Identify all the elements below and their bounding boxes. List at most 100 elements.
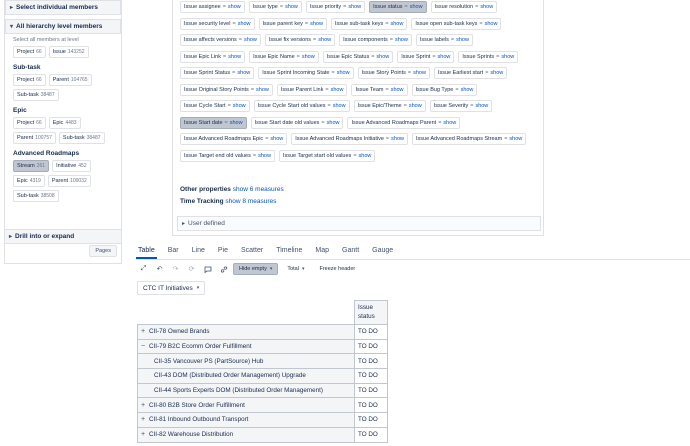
row-header[interactable]: + CII-82 Warehouse Distribution (137, 426, 355, 443)
property-show-link[interactable]: show (409, 103, 422, 109)
property-pill[interactable]: Issue Cycle Start = show (180, 100, 250, 112)
property-show-link[interactable]: show (337, 70, 350, 76)
property-show-link[interactable]: show (438, 54, 451, 60)
expand-icon[interactable]: + (141, 416, 147, 423)
undo-icon[interactable]: ↶ (153, 263, 166, 275)
property-show-link[interactable]: show (333, 103, 346, 109)
comment-icon[interactable] (201, 263, 214, 275)
expand-icon[interactable]: + (141, 431, 147, 438)
property-pill[interactable]: Issue labels = show (415, 34, 473, 46)
property-pill[interactable]: Issue open sub-task keys = show (411, 17, 502, 30)
property-pill[interactable]: Issue Start date = show (180, 116, 247, 129)
property-show-link[interactable]: show (359, 153, 372, 159)
hierarchy-level-chip[interactable]: Sub-task 38487 (58, 132, 105, 144)
hierarchy-level-chip[interactable]: Epic 4483 (48, 117, 81, 129)
hierarchy-level-chip[interactable]: Project 66 (13, 117, 46, 129)
refresh-icon[interactable]: ⟳ (185, 263, 198, 275)
property-show-link[interactable]: show (238, 21, 251, 27)
tab-line[interactable]: Line (190, 245, 207, 259)
tab-bar[interactable]: Bar (166, 245, 181, 259)
hierarchy-level-chip[interactable]: Initiative 452 (52, 160, 91, 172)
all-hierarchy-members-header[interactable]: ▾ All hierarchy level members (5, 19, 121, 34)
property-pill[interactable]: Issue assignee = show (180, 1, 245, 13)
property-show-link[interactable]: show (456, 37, 469, 43)
collapse-icon[interactable]: − (141, 343, 147, 350)
property-pill[interactable]: Issue components = show (339, 34, 412, 46)
tab-gauge[interactable]: Gauge (370, 245, 395, 259)
property-show-link[interactable]: show (490, 70, 503, 76)
property-pill[interactable]: Issue resolution = show (430, 1, 498, 13)
tab-scatter[interactable]: Scatter (239, 245, 265, 259)
property-show-link[interactable]: show (230, 120, 243, 126)
property-show-link[interactable]: show (501, 54, 514, 60)
property-pill[interactable]: Issue affects versions = show (180, 34, 261, 46)
property-pill[interactable]: Issue Parent Link = show (276, 83, 348, 96)
property-pill[interactable]: Issue Advanced Roadmaps Epic = show (180, 133, 288, 145)
total-button[interactable]: Total ▾ (281, 263, 311, 275)
property-pill[interactable]: Issue Sprint = show (397, 50, 455, 63)
property-show-link[interactable]: show (228, 54, 241, 60)
property-show-link[interactable]: show (391, 136, 404, 142)
drill-expand-header[interactable]: ▸ Drill into or expand (4, 229, 122, 244)
row-header[interactable]: CII-44 Sports Experts DOM (Distributed O… (137, 382, 355, 399)
property-show-link[interactable]: show (376, 54, 389, 60)
property-pill[interactable]: Issue Sprint Status = show (180, 67, 255, 79)
property-show-link[interactable]: show (270, 136, 283, 142)
property-pill[interactable]: Issue Start date old values = show (250, 116, 344, 129)
property-pill[interactable]: Issue Epic Link = show (180, 50, 246, 63)
pages-button[interactable]: Pages (89, 245, 117, 257)
column-header-issue-status[interactable]: Issue status (354, 300, 388, 325)
property-pill[interactable]: Issue Earliest start = show (433, 67, 508, 79)
tab-gantt[interactable]: Gantt (340, 245, 361, 259)
property-show-link[interactable]: show (410, 4, 423, 10)
rows-dimension-selector[interactable]: CTC IT Initiatives ▾ (137, 281, 206, 295)
property-pill[interactable]: Issue Team = show (351, 83, 408, 96)
row-header[interactable]: CII-43 DOM (Distributed Order Management… (137, 368, 355, 384)
hierarchy-level-chip[interactable]: Parent 104765 (48, 74, 92, 86)
property-pill[interactable]: Issue Epic Name = show (249, 50, 319, 63)
property-pill[interactable]: Issue parent key = show (258, 17, 327, 30)
property-pill[interactable]: Issue Cycle Start old values = show (253, 100, 350, 112)
property-show-link[interactable]: show (256, 87, 269, 93)
row-header[interactable]: − CII-79 B2C Ecomm Order Fulfillment (137, 338, 355, 355)
property-show-link[interactable]: show (480, 4, 493, 10)
hide-empty-button[interactable]: Hide empty ▾ (233, 263, 279, 275)
property-show-link[interactable]: show (413, 70, 426, 76)
expand-icon[interactable]: + (141, 328, 147, 335)
property-pill[interactable]: Issue status = show (369, 1, 427, 13)
row-header[interactable]: CII-35 Vancouver PS (PartSource) Hub (137, 353, 355, 370)
row-header[interactable]: + CII-81 Inbound Outbound Transport (137, 412, 355, 428)
property-show-link[interactable]: show (475, 103, 488, 109)
property-pill[interactable]: Issue Advanced Roadmaps Stream = show (411, 133, 527, 145)
expand-icon[interactable]: + (141, 402, 147, 409)
freeze-header-button[interactable]: Freeze header (313, 263, 362, 275)
property-pill[interactable]: Issue Epic Status = show (322, 50, 394, 63)
property-pill[interactable]: Issue Target end old values = show (180, 149, 275, 162)
row-header[interactable]: + CII-78 Owned Brands (137, 324, 355, 340)
property-show-link[interactable]: show (395, 37, 408, 43)
select-individual-members-header[interactable]: ▸ Select individual members (5, 0, 121, 15)
property-pill[interactable]: Issue fix versions = show (264, 34, 336, 46)
hierarchy-level-chip[interactable]: Parent 100757 (13, 132, 56, 144)
hierarchy-level-chip[interactable]: Sub-task 38487 (13, 89, 59, 101)
fullscreen-icon[interactable]: ⤢ (137, 263, 150, 275)
user-defined-header[interactable]: ▸ User defined (177, 216, 541, 231)
property-pill[interactable]: Issue priority = show (305, 1, 366, 13)
property-show-link[interactable]: show (461, 87, 474, 93)
property-show-link[interactable]: show (233, 103, 246, 109)
time-tracking-link[interactable]: show 8 measures (225, 198, 276, 205)
property-pill[interactable]: Issue sub-task keys = show (330, 17, 408, 30)
redo-icon[interactable]: ↷ (169, 263, 182, 275)
property-pill[interactable]: Issue Original Story Points = show (180, 83, 273, 96)
row-header[interactable]: + CII-80 B2B Store Order Fulfillment (137, 397, 355, 414)
hierarchy-level-chip[interactable]: Project 66 (13, 46, 46, 58)
hierarchy-level-chip[interactable]: Issue 143252 (48, 46, 89, 58)
property-show-link[interactable]: show (331, 87, 344, 93)
property-show-link[interactable]: show (327, 120, 340, 126)
property-pill[interactable]: Issue type = show (248, 1, 302, 13)
property-show-link[interactable]: show (391, 87, 404, 93)
other-properties-link[interactable]: show 6 measures (233, 186, 284, 193)
property-show-link[interactable]: show (509, 136, 522, 142)
property-show-link[interactable]: show (258, 153, 271, 159)
hierarchy-level-chip[interactable]: Project 66 (13, 74, 46, 86)
